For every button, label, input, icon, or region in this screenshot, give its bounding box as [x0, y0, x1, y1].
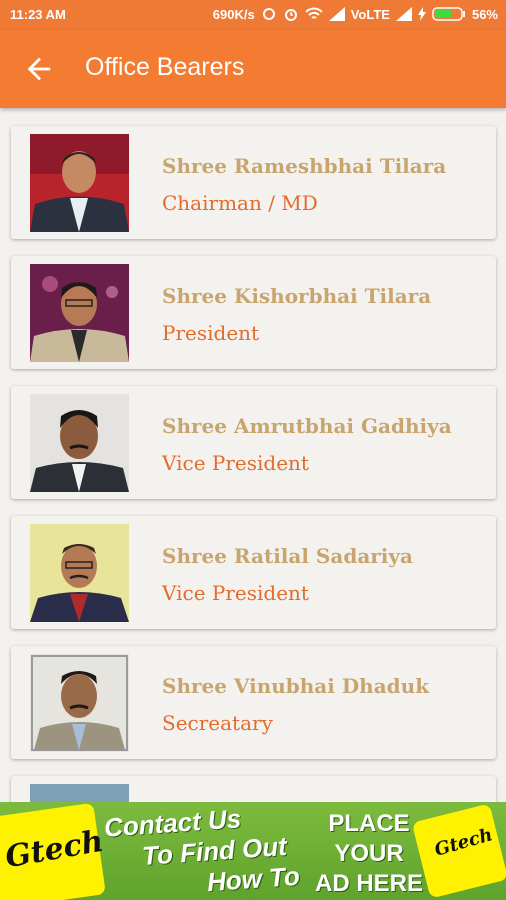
member-role: Vice President: [162, 581, 309, 605]
member-name: Shree Ratilal Sadariya: [162, 544, 413, 568]
member-photo: [30, 394, 129, 492]
battery-icon: [432, 7, 465, 21]
member-photo: [30, 264, 129, 362]
alarm-icon: [284, 9, 297, 21]
charging-icon: [417, 7, 426, 21]
member-card[interactable]: Shree Rameshbhai Tilara Chairman / MD: [11, 126, 496, 239]
sync-icon: [262, 8, 275, 20]
member-name: Shree Vinubhai Dhaduk: [162, 674, 430, 698]
battery-level: 56%: [471, 6, 498, 22]
signal-icon-2: [395, 7, 412, 21]
member-photo: [30, 654, 129, 752]
member-photo: [30, 134, 129, 232]
member-name: Shree Rameshbhai Tilara: [162, 154, 447, 178]
ad-banner[interactable]: Gtech Contact Us To Find Out How To PLAC…: [0, 802, 506, 900]
office-bearers-list[interactable]: Shree Rameshbhai Tilara Chairman / MD Sh…: [0, 108, 506, 802]
member-card[interactable]: Shree Vinubhai Dhaduk Secreatary: [11, 646, 496, 759]
member-role: Chairman / MD: [162, 191, 318, 215]
status-bar: 11:23 AM 690K/s VoLTE 56%: [0, 0, 506, 30]
member-name: Shree Kishorbhai Tilara: [162, 284, 432, 308]
ad-place-line3: AD HERE: [314, 870, 423, 897]
status-icons: 690K/s VoLTE 56%: [213, 6, 498, 22]
app-bar: Office Bearers: [0, 30, 506, 108]
ad-text-line3: How To: [206, 860, 301, 898]
signal-icon: [328, 7, 345, 21]
member-photo: [30, 524, 129, 622]
status-time: 11:23 AM: [10, 7, 66, 22]
network-type: VoLTE: [350, 6, 390, 22]
ad-place-line2: YOUR: [334, 840, 404, 867]
member-role: Secreatary: [162, 711, 273, 735]
page-title: Office Bearers: [85, 53, 245, 81]
back-arrow-icon[interactable]: [22, 52, 56, 86]
member-name: Shree Amrutbhai Gadhiya: [162, 414, 452, 438]
member-photo: [30, 784, 129, 802]
wifi-icon: [304, 7, 323, 19]
member-role: President: [162, 321, 260, 345]
member-card[interactable]: Shree Kishorbhai Tilara President: [11, 256, 496, 369]
member-card-partial[interactable]: [11, 776, 496, 802]
member-card[interactable]: Shree Amrutbhai Gadhiya Vice President: [11, 386, 496, 499]
network-speed: 690K/s: [212, 6, 255, 22]
member-card[interactable]: Shree Ratilal Sadariya Vice President: [11, 516, 496, 629]
member-role: Vice President: [162, 451, 309, 475]
